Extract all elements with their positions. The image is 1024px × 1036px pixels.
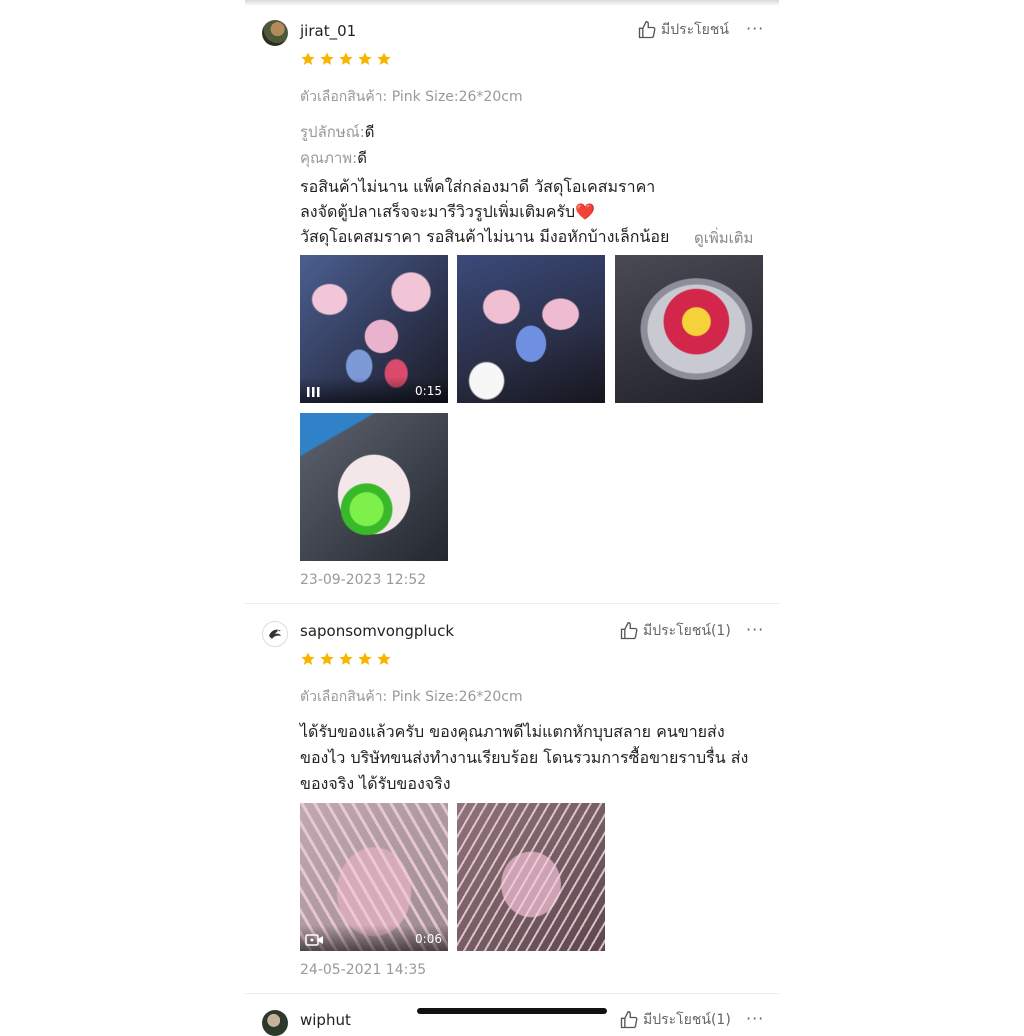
review-date: 23-09-2023 12:52 xyxy=(300,572,427,588)
attribute-value: ดี xyxy=(364,123,375,141)
helpful-button[interactable]: มีประโยชน์(1) xyxy=(619,620,731,642)
review-text-line: วัสดุโอเคสมราคา รอสินค้าไม่นาน มีงอหักบ้… xyxy=(300,227,670,246)
review-date: 24-05-2021 14:35 xyxy=(300,962,427,978)
attribute-label: คุณภาพ: xyxy=(300,149,358,167)
avatar[interactable] xyxy=(262,20,288,46)
review-divider xyxy=(245,993,779,994)
bird-logo-icon xyxy=(269,629,281,639)
rating-stars xyxy=(300,651,392,667)
review-photo[interactable] xyxy=(457,255,605,403)
thumbs-up-icon xyxy=(638,20,656,39)
attribute-value: ดี xyxy=(357,149,367,167)
review-video-thumbnail[interactable]: 0:15 xyxy=(300,255,448,403)
pause-icon[interactable] xyxy=(305,385,321,399)
reviewer-username[interactable]: jirat_01 xyxy=(300,22,356,40)
helpful-label: มีประโยชน์(1) xyxy=(643,1012,731,1028)
thumbs-up-icon xyxy=(620,1010,638,1029)
video-duration: 0:15 xyxy=(415,384,442,398)
avatar[interactable] xyxy=(262,1010,288,1036)
review-photo[interactable] xyxy=(615,255,763,403)
review-photo[interactable] xyxy=(457,803,605,951)
rating-stars xyxy=(300,51,392,67)
review-video-thumbnail[interactable]: 0:06 xyxy=(300,803,448,951)
star-icon xyxy=(358,652,372,665)
review-text-line: ได้รับของแล้วครับ ของคุณภาพดีไม่แตกหักบุ… xyxy=(300,722,725,741)
star-icon xyxy=(377,52,391,65)
review-text-line: ของจริง ได้รับของจริง xyxy=(300,774,451,793)
more-options-icon[interactable]: ··· xyxy=(746,19,764,38)
star-icon xyxy=(358,52,372,65)
see-more-link[interactable]: ดูเพิ่มเติม xyxy=(676,226,754,250)
video-overlay: 0:06 xyxy=(300,925,448,951)
star-icon xyxy=(301,652,315,665)
review-divider xyxy=(245,603,779,604)
helpful-button[interactable]: มีประโยชน์ xyxy=(637,19,729,41)
star-icon xyxy=(377,652,391,665)
reviewer-username[interactable]: wiphut xyxy=(300,1011,351,1029)
video-overlay: 0:15 xyxy=(300,377,448,403)
star-icon xyxy=(320,652,334,665)
more-options-icon[interactable]: ··· xyxy=(746,1009,764,1028)
home-indicator[interactable] xyxy=(417,1008,607,1014)
reviewer-username[interactable]: saponsomvongpluck xyxy=(300,622,454,640)
attribute-appearance: รูปลักษณ์:ดี xyxy=(300,120,374,144)
product-variant: ตัวเลือกสินค้า: Pink Size:26*20cm xyxy=(300,689,523,705)
star-icon xyxy=(339,652,353,665)
review-text-line: รอสินค้าไม่นาน แพ็คใส่กล่องมาดี วัสดุโอเ… xyxy=(300,177,656,196)
helpful-label: มีประโยชน์ xyxy=(661,22,729,38)
review-text-line: ลงจัดตู้ปลาเสร็จจะมารีวิวรูปเพิ่มเติมครั… xyxy=(300,202,596,221)
top-shadow xyxy=(245,0,779,6)
helpful-label: มีประโยชน์(1) xyxy=(643,623,731,639)
product-variant: ตัวเลือกสินค้า: Pink Size:26*20cm xyxy=(300,89,523,105)
helpful-button[interactable]: มีประโยชน์(1) xyxy=(619,1009,731,1031)
review-photo[interactable] xyxy=(300,413,448,561)
more-options-icon[interactable]: ··· xyxy=(746,620,764,639)
attribute-label: รูปลักษณ์: xyxy=(300,123,365,141)
review-text-line: ของไว บริษัทขนส่งทำงานเรียบร้อย โดนรวมกา… xyxy=(300,748,749,767)
video-camera-icon xyxy=(305,934,323,946)
star-icon xyxy=(301,52,315,65)
star-icon xyxy=(339,52,353,65)
thumbs-up-icon xyxy=(620,621,638,640)
attribute-quality: คุณภาพ:ดี xyxy=(300,146,367,170)
avatar[interactable] xyxy=(262,621,288,647)
star-icon xyxy=(320,52,334,65)
video-duration: 0:06 xyxy=(415,932,442,946)
